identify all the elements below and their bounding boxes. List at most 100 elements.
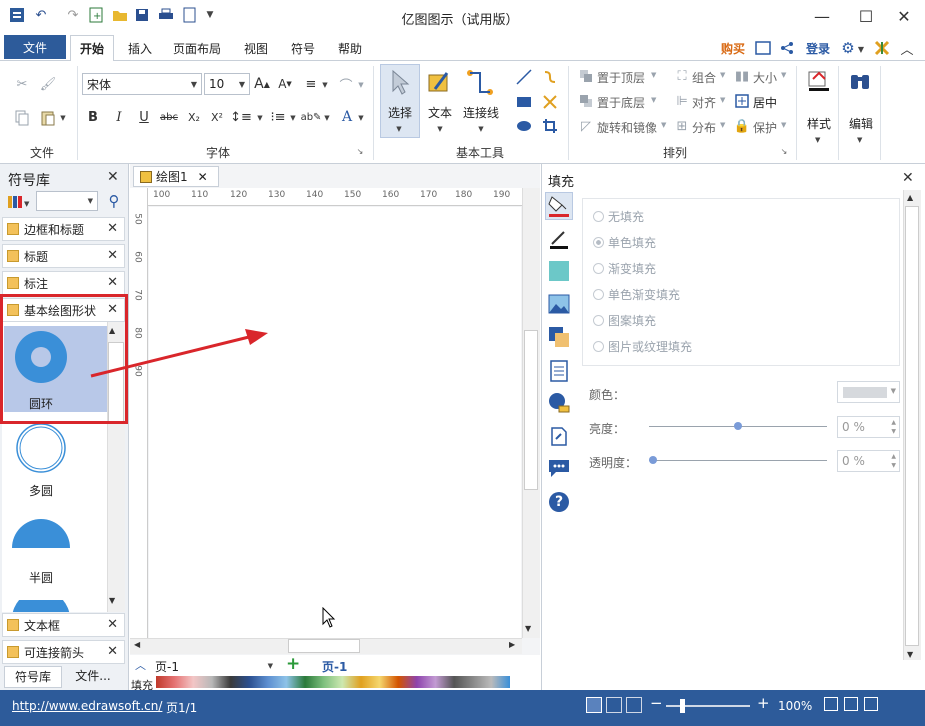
close-icon[interactable]: ✕ <box>902 170 914 186</box>
connector-dropdown-icon[interactable]: ▼ <box>476 124 486 134</box>
radio-button[interactable] <box>593 263 604 274</box>
collapse-ribbon-icon[interactable]: ︿ <box>898 39 916 58</box>
strikethrough-icon[interactable]: abc <box>158 108 180 126</box>
print-icon[interactable] <box>157 6 175 24</box>
group-label[interactable]: 组合 <box>692 69 716 86</box>
scroll-down-icon[interactable]: ▼ <box>525 624 531 633</box>
undo-icon[interactable]: ↶ <box>32 6 50 24</box>
share-screen-icon[interactable] <box>754 39 772 57</box>
library-menu-icon[interactable]: ▼ <box>6 193 32 211</box>
radio-button[interactable] <box>593 237 604 248</box>
close-icon[interactable]: ✕ <box>107 617 118 632</box>
protect-label[interactable]: 保护 <box>753 119 777 136</box>
shadow-tab-icon[interactable] <box>549 261 569 281</box>
increase-font-icon[interactable]: A ▲ <box>253 75 271 93</box>
point-tool-icon[interactable] <box>540 92 560 112</box>
line-tab-icon[interactable] <box>548 228 570 250</box>
export-icon[interactable] <box>181 6 199 24</box>
zoom-out-button[interactable]: − <box>650 694 663 712</box>
transparency-slider[interactable] <box>649 460 827 461</box>
line-spacing-icon[interactable]: ⌒ <box>336 75 356 94</box>
library-item-callouts[interactable]: 标注 ✕ <box>2 271 125 295</box>
send-back-label[interactable]: 置于底层 <box>597 94 645 111</box>
highlight-dropdown-icon[interactable]: ▼ <box>322 112 332 124</box>
library-search-input[interactable]: ▼ <box>36 191 98 211</box>
view-fit-icon[interactable] <box>626 697 642 713</box>
skin-icon[interactable] <box>872 38 892 58</box>
view-page-icon[interactable] <box>606 697 622 713</box>
send-back-icon[interactable] <box>578 93 594 109</box>
transparency-spinbox[interactable]: 0 % ▲ ▼ <box>837 450 900 472</box>
page-select[interactable]: 页-1 ▼ <box>155 657 273 675</box>
drawing-canvas[interactable] <box>149 207 521 638</box>
text-dropdown-icon[interactable]: ▼ <box>435 124 445 134</box>
close-icon[interactable]: ✕ <box>107 221 118 236</box>
align-label[interactable]: 对齐 <box>692 94 716 111</box>
distribute-label[interactable]: 分布 <box>692 119 716 136</box>
tab-view[interactable]: 视图 <box>234 35 278 61</box>
center-icon[interactable] <box>734 93 750 109</box>
settings-gear-icon[interactable]: ⚙ <box>838 38 858 58</box>
tab-symbol[interactable]: 符号 <box>281 35 325 61</box>
align-text-icon[interactable]: ≡ <box>302 75 320 93</box>
paragraph-spacing-icon[interactable]: ↕≡ <box>230 108 252 126</box>
superscript-icon[interactable]: X² <box>208 108 226 126</box>
image-tab-icon[interactable] <box>548 294 570 314</box>
buy-button[interactable]: 购买 <box>715 35 751 61</box>
size-icon[interactable]: ▮▮ <box>734 68 750 84</box>
group-icon[interactable]: ⛶ <box>674 68 690 84</box>
text-tool-label[interactable]: 文本 <box>422 104 458 121</box>
ellipse-icon[interactable] <box>514 116 534 136</box>
fill-scroll-thumb[interactable] <box>905 206 919 646</box>
dialog-launcher-icon[interactable]: ↘ <box>779 146 789 156</box>
decrease-font-icon[interactable]: A ▼ <box>276 75 294 93</box>
bullets-dropdown-icon[interactable]: ▼ <box>288 112 298 124</box>
tab-insert[interactable]: 插入 <box>118 35 162 61</box>
help-icon[interactable]: ? <box>549 492 569 512</box>
paste-icon[interactable] <box>38 108 58 128</box>
fit-width-icon[interactable] <box>844 697 858 711</box>
brightness-slider-thumb[interactable] <box>734 422 742 430</box>
close-icon[interactable]: ✕ <box>107 169 119 185</box>
subscript-icon[interactable]: X₂ <box>185 108 203 126</box>
partial-shape[interactable] <box>11 600 71 612</box>
scroll-up-icon[interactable]: ▲ <box>907 193 913 202</box>
highlight-icon[interactable]: ab✎ <box>300 108 322 126</box>
fit-page-icon[interactable] <box>824 697 838 711</box>
fill-tab-icon[interactable] <box>545 192 573 220</box>
radio-button[interactable] <box>593 315 604 326</box>
crop-icon[interactable] <box>540 116 560 136</box>
bold-icon[interactable]: B <box>84 108 102 126</box>
transparency-slider-thumb[interactable] <box>649 456 657 464</box>
text-tool-icon[interactable] <box>426 68 454 96</box>
multi-circle-shape[interactable] <box>15 422 67 474</box>
paste-dropdown-icon[interactable]: ▼ <box>58 112 68 124</box>
layers-tab-icon[interactable] <box>548 326 570 348</box>
style-icon[interactable] <box>806 68 832 94</box>
rectangle-icon[interactable] <box>514 92 534 112</box>
underline-icon[interactable]: U <box>135 108 153 126</box>
option-solid-fill[interactable]: 单色填充 <box>593 234 656 251</box>
font-color-icon[interactable]: A <box>338 108 356 126</box>
file-menu[interactable]: 文件 <box>4 35 66 59</box>
edit-label[interactable]: 编辑 <box>842 115 880 132</box>
font-color-dropdown-icon[interactable]: ▼ <box>356 112 366 124</box>
color-palette[interactable] <box>156 676 510 688</box>
rotate-mirror-label[interactable]: 旋转和镜像 <box>597 119 657 136</box>
tab-page-layout[interactable]: 页面布局 <box>166 35 228 61</box>
tab-symbol-library[interactable]: 符号库 <box>4 666 62 688</box>
attachment-tab-icon[interactable] <box>549 425 569 447</box>
scroll-right-icon[interactable]: ▶ <box>509 640 515 649</box>
website-link[interactable]: http://www.edrawsoft.cn/ <box>12 699 162 713</box>
full-screen-icon[interactable] <box>864 697 878 711</box>
quick-access-dropdown-icon[interactable]: ▼ <box>201 6 219 24</box>
spacing-dropdown-icon[interactable]: ▼ <box>255 112 265 124</box>
comment-tab-icon[interactable] <box>548 458 570 478</box>
share-icon[interactable] <box>778 39 796 57</box>
zoom-in-button[interactable]: + <box>757 694 770 712</box>
hscroll-thumb[interactable] <box>288 639 360 653</box>
align-dropdown-icon[interactable]: ▼ <box>320 79 330 91</box>
color-picker[interactable]: ▼ <box>837 381 900 403</box>
center-label[interactable]: 居中 <box>753 94 777 111</box>
line-icon[interactable] <box>514 67 534 87</box>
